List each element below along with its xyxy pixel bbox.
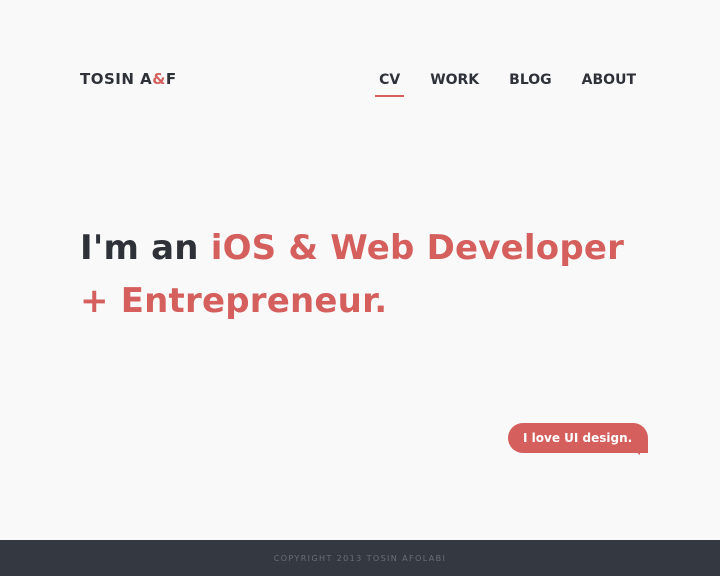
copyright-text: COPYRIGHT 2013 TOSIN AFOLABI <box>273 553 447 563</box>
nav-item-work[interactable]: WORK <box>426 72 483 93</box>
logo-text-right: F <box>165 70 177 88</box>
logo-ampersand: & <box>152 70 166 88</box>
logo[interactable]: TOSIN A&F <box>80 70 177 88</box>
nav-item-blog[interactable]: BLOG <box>505 72 556 93</box>
nav-item-about[interactable]: ABOUT <box>578 72 640 93</box>
hero-intro: I'm an <box>80 228 211 268</box>
footer: COPYRIGHT 2013 TOSIN AFOLABI <box>0 540 720 576</box>
speech-bubble-tail <box>626 444 640 455</box>
hero-headline: I'm an iOS & Web Developer + Entrepreneu… <box>80 222 660 328</box>
logo-text-left: TOSIN A <box>80 70 153 88</box>
main-nav: CV WORK BLOG ABOUT <box>353 72 640 97</box>
nav-item-cv[interactable]: CV <box>375 72 405 97</box>
